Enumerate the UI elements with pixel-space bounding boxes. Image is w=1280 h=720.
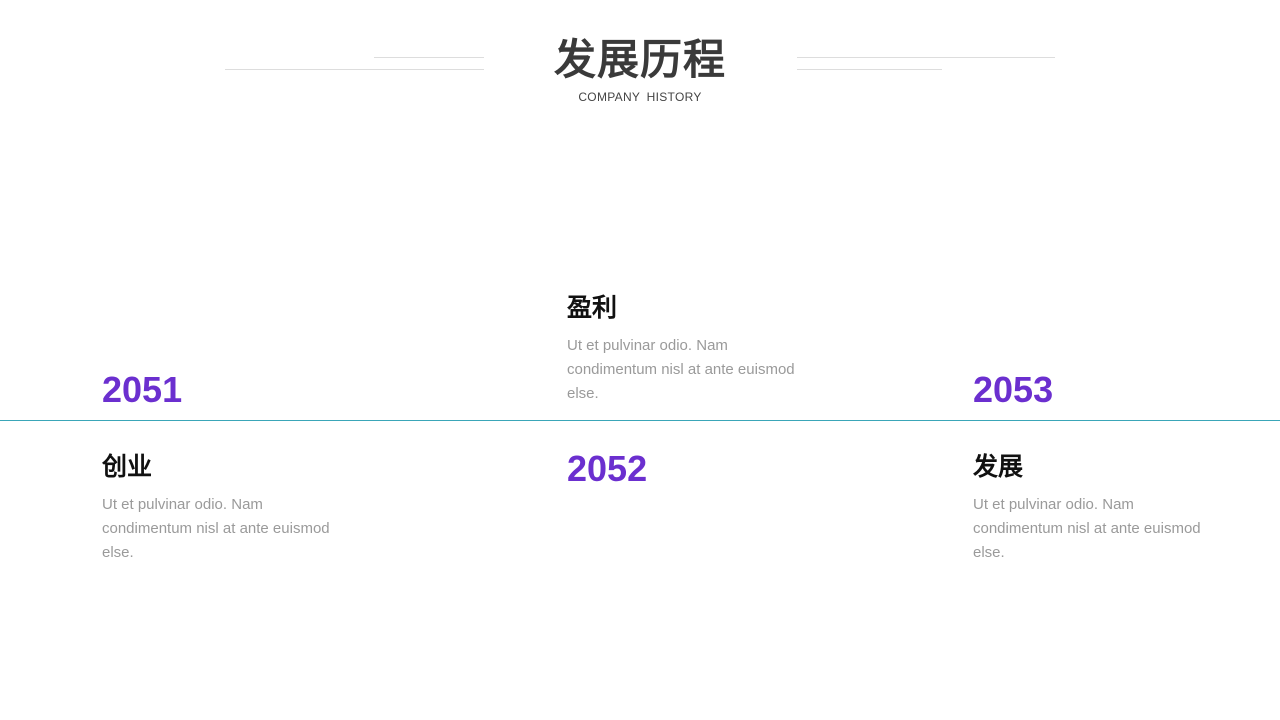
milestone-description: Ut et pulvinar odio. Nam condimentum nis… <box>102 496 330 561</box>
title-divider-left-bottom <box>225 69 484 70</box>
milestone-heading-growth: 发展 <box>973 452 1024 481</box>
milestone-heading-startup: 创业 <box>102 452 153 481</box>
page-subtitle: COMPANY HISTORY <box>578 90 702 104</box>
page-title: 发展历程 <box>553 35 726 84</box>
title-divider-left-top <box>374 57 484 58</box>
milestone-heading-profit: 盈利 <box>567 293 618 322</box>
milestone-year-2051: 2051 <box>102 369 183 410</box>
milestone-description: Ut et pulvinar odio. Nam condimentum nis… <box>973 496 1201 561</box>
title-divider-right-bottom <box>797 69 942 70</box>
milestone-description: Ut et pulvinar odio. Nam condimentum nis… <box>567 337 795 402</box>
title-divider-right-top <box>797 57 1055 58</box>
milestone-year-2052: 2052 <box>567 448 648 489</box>
milestone-year-2053: 2053 <box>973 369 1054 410</box>
timeline-axis <box>0 420 1280 421</box>
